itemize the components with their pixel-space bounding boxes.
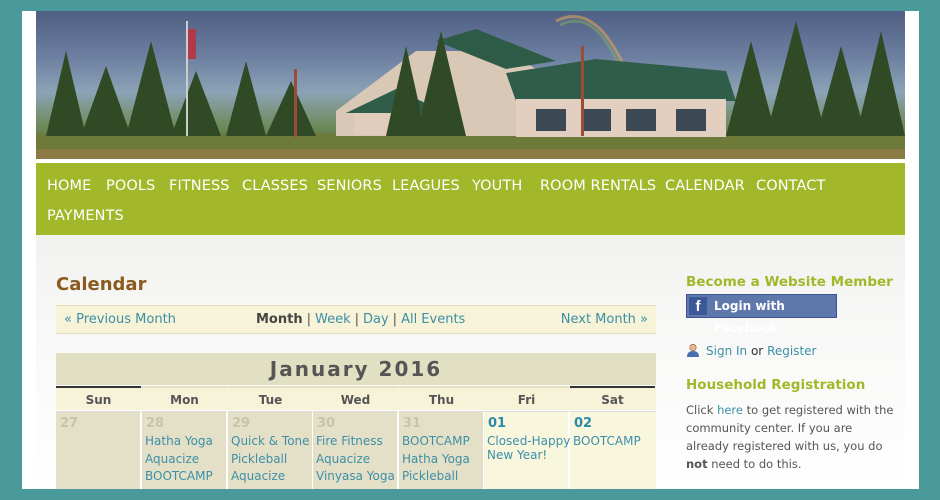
main-navigation: HOME POOLS FITNESS CLASSES SENIORS LEAGU… xyxy=(36,163,905,235)
calendar-event[interactable]: BOOTCAMP xyxy=(573,434,641,448)
household-text-1: Click xyxy=(686,403,714,417)
day-cell[interactable]: 28 Hatha Yoga Aquacize BOOTCAMP xyxy=(142,411,227,489)
day-number: 02 xyxy=(574,416,593,431)
weekday-header-row: Sun Mon Tue Wed Thu Fri Sat xyxy=(56,386,656,410)
calendar-event[interactable]: Fire Fitness xyxy=(316,434,383,448)
month-title: January 2016 xyxy=(56,353,656,385)
facebook-button-label: Login with Facebook xyxy=(714,299,785,335)
day-cell[interactable]: 31 BOOTCAMP Hatha Yoga Pickleball xyxy=(399,411,484,489)
calendar-event[interactable]: BOOTCAMP xyxy=(145,469,213,483)
weekday-mon: Mon xyxy=(142,386,227,410)
nav-fitness[interactable]: FITNESS xyxy=(169,178,230,194)
nav-calendar[interactable]: CALENDAR xyxy=(665,178,745,194)
user-icon xyxy=(687,343,699,357)
nav-leagues[interactable]: LEAGUES xyxy=(392,178,460,194)
separator: | xyxy=(392,312,398,327)
calendar-event[interactable]: Aquacize xyxy=(145,452,199,466)
day-number: 27 xyxy=(60,416,79,431)
separator: | xyxy=(306,312,311,327)
register-link[interactable]: Register xyxy=(767,344,816,358)
household-registration-heading: Household Registration xyxy=(686,377,866,393)
view-all-events[interactable]: All Events xyxy=(401,312,465,327)
or-text: or xyxy=(750,344,764,358)
weekday-wed: Wed xyxy=(313,386,398,410)
household-text-not: not xyxy=(686,457,708,471)
previous-month-link[interactable]: « Previous Month xyxy=(64,306,176,333)
household-here-link[interactable]: here xyxy=(717,403,743,417)
calendar-event[interactable]: Hatha Yoga xyxy=(402,452,470,466)
nav-contact[interactable]: CONTACT xyxy=(756,178,825,194)
day-cell[interactable]: 01 Closed-Happy New Year! xyxy=(484,411,570,489)
nav-home[interactable]: HOME xyxy=(47,178,91,194)
day-cell[interactable]: 29 Quick & Tone Pickleball Aquacize xyxy=(228,411,313,489)
calendar-navigation: « Previous Month Month | Week | Day | All Even… xyxy=(56,305,656,334)
nav-payments[interactable]: PAYMENTS xyxy=(47,208,124,224)
calendar-event[interactable]: Pickleball xyxy=(402,469,458,483)
day-number: 01 xyxy=(488,416,507,431)
view-switcher: Month | Week | Day | All Events xyxy=(256,306,465,333)
separator: | xyxy=(354,312,359,327)
calendar-event[interactable]: Hatha Yoga xyxy=(145,434,213,448)
nav-youth[interactable]: YOUTH xyxy=(472,178,522,194)
household-text-3: need to do this. xyxy=(711,457,802,471)
nav-pools[interactable]: POOLS xyxy=(106,178,155,194)
calendar-event[interactable]: Pickleball xyxy=(231,452,287,466)
weekday-thu: Thu xyxy=(399,386,484,410)
view-week[interactable]: Week xyxy=(315,312,351,327)
calendar-event[interactable]: Quick & Tone xyxy=(231,434,310,448)
login-with-facebook-button[interactable]: f Login with Facebook xyxy=(686,294,837,335)
sign-in-register: Sign In or Register xyxy=(686,343,816,358)
page-frame: HOME POOLS FITNESS CLASSES SENIORS LEAGU… xyxy=(22,11,919,489)
next-month-link[interactable]: Next Month » xyxy=(561,306,648,333)
calendar-event[interactable]: BOOTCAMP xyxy=(402,434,470,448)
household-registration-text: Click here to get registered with the co… xyxy=(686,401,896,473)
day-number: 29 xyxy=(232,416,251,431)
day-cell[interactable]: 02 BOOTCAMP xyxy=(570,411,657,489)
day-number: 30 xyxy=(317,416,336,431)
calendar-event[interactable]: Aquacize xyxy=(316,452,370,466)
view-day[interactable]: Day xyxy=(363,312,389,327)
weekday-tue: Tue xyxy=(228,386,313,410)
nav-room-rentals[interactable]: ROOM RENTALS xyxy=(540,178,656,194)
day-number: 28 xyxy=(146,416,165,431)
weekday-sat: Sat xyxy=(570,386,655,410)
day-number: 31 xyxy=(403,416,422,431)
day-cell[interactable]: 27 xyxy=(56,411,141,489)
calendar-event[interactable]: Vinyasa Yoga xyxy=(316,469,395,483)
weekday-fri: Fri xyxy=(484,386,569,410)
header-banner-photo xyxy=(36,11,905,159)
calendar-event[interactable]: New Year! xyxy=(487,448,547,462)
weekday-sun: Sun xyxy=(56,386,141,410)
nav-classes[interactable]: CLASSES xyxy=(242,178,308,194)
page-title: Calendar xyxy=(56,274,147,295)
view-month[interactable]: Month xyxy=(256,312,303,327)
nav-seniors[interactable]: SENIORS xyxy=(317,178,382,194)
calendar-event[interactable]: Closed-Happy xyxy=(487,434,570,448)
facebook-icon: f xyxy=(689,297,707,315)
become-member-heading: Become a Website Member xyxy=(686,274,893,290)
sign-in-link[interactable]: Sign In xyxy=(706,344,747,358)
day-cell[interactable]: 30 Fire Fitness Aquacize Vinyasa Yoga xyxy=(313,411,398,489)
calendar-event[interactable]: Aquacize xyxy=(231,469,285,483)
